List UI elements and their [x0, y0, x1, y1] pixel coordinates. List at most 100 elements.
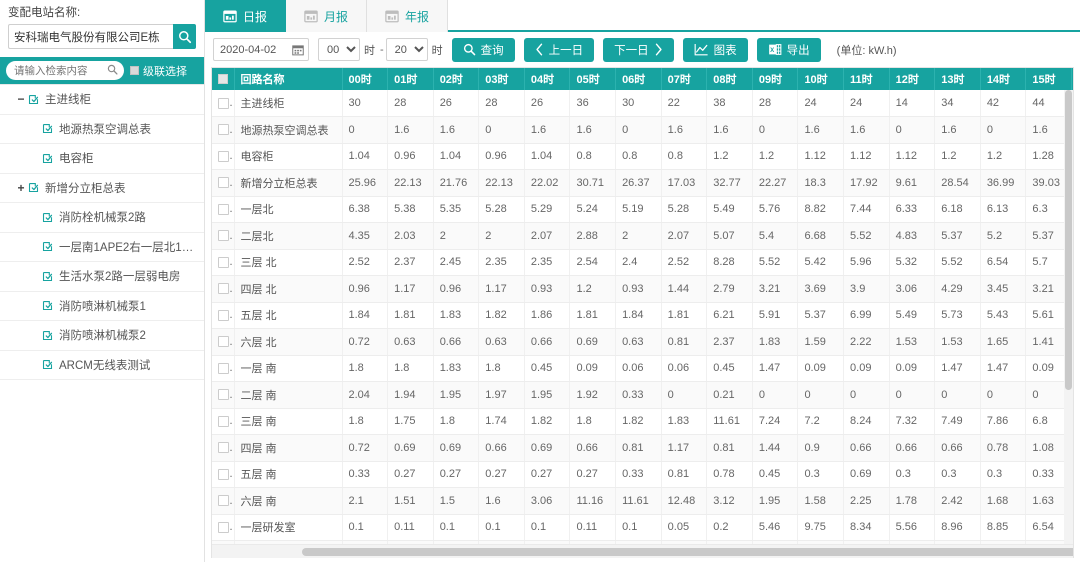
- tab-daily[interactable]: 日报: [205, 0, 286, 32]
- tree-node[interactable]: 消防栓机械泵2路: [0, 203, 204, 233]
- horizontal-scrollbar[interactable]: [212, 544, 1073, 558]
- vertical-scrollbar-thumb[interactable]: [1065, 90, 1072, 390]
- device-tree[interactable]: −主进线柜地源热泵空调总表电容柜+新增分立柜总表消防栓机械泵2路一层南1APE2…: [0, 84, 204, 562]
- row-checkbox[interactable]: [218, 336, 229, 347]
- table-row[interactable]: 二层 南2.041.941.951.971.951.920.3300.21000…: [212, 382, 1073, 409]
- column-header-hour[interactable]: 07时: [661, 68, 707, 90]
- row-checkbox[interactable]: [218, 389, 229, 400]
- column-header-hour[interactable]: 01时: [388, 68, 434, 90]
- select-all-header[interactable]: [212, 68, 234, 90]
- column-header-hour[interactable]: 02时: [433, 68, 479, 90]
- tree-node[interactable]: 地源热泵空调总表: [0, 115, 204, 145]
- table-row[interactable]: 三层 南1.81.751.81.741.821.81.821.8311.617.…: [212, 408, 1073, 435]
- expand-icon[interactable]: +: [14, 182, 28, 194]
- chart-button[interactable]: 图表: [683, 38, 748, 62]
- column-header-hour[interactable]: 09时: [752, 68, 798, 90]
- row-checkbox[interactable]: [218, 310, 229, 321]
- table-row[interactable]: 一层北6.385.385.355.285.295.245.195.285.495…: [212, 196, 1073, 223]
- column-header-hour[interactable]: 10时: [798, 68, 844, 90]
- column-header-hour[interactable]: 05时: [570, 68, 616, 90]
- row-select-cell[interactable]: [212, 408, 234, 435]
- row-select-cell[interactable]: [212, 196, 234, 223]
- table-row[interactable]: 六层 南2.11.511.51.63.0611.1611.6112.483.12…: [212, 488, 1073, 515]
- column-header-hour[interactable]: 03时: [479, 68, 525, 90]
- tree-node[interactable]: 消防喷淋机械泵2: [0, 321, 204, 351]
- tree-node[interactable]: 生活水泵2路一层弱电房: [0, 262, 204, 292]
- row-select-cell[interactable]: [212, 382, 234, 409]
- row-select-cell[interactable]: [212, 302, 234, 329]
- row-select-cell[interactable]: [212, 249, 234, 276]
- column-header-hour[interactable]: 12时: [889, 68, 935, 90]
- row-checkbox[interactable]: [218, 98, 229, 109]
- table-row[interactable]: 五层 南0.330.270.270.270.270.270.330.810.78…: [212, 461, 1073, 488]
- row-checkbox[interactable]: [218, 177, 229, 188]
- cascade-checkbox[interactable]: [130, 66, 139, 75]
- row-select-cell[interactable]: [212, 276, 234, 303]
- tree-node[interactable]: −主进线柜: [0, 85, 204, 115]
- row-select-cell[interactable]: [212, 461, 234, 488]
- table-row[interactable]: 四层 北0.961.170.961.170.931.20.931.442.793…: [212, 276, 1073, 303]
- column-header-hour[interactable]: 13时: [935, 68, 981, 90]
- column-header-hour[interactable]: 08时: [707, 68, 753, 90]
- column-header-hour[interactable]: 16时: [1072, 68, 1074, 90]
- date-picker[interactable]: 2020-04-02: [213, 38, 309, 61]
- row-checkbox[interactable]: [218, 124, 229, 135]
- table-row[interactable]: 五层 北1.841.811.831.821.861.811.841.816.21…: [212, 302, 1073, 329]
- cascade-select-toggle[interactable]: 级联选择: [130, 63, 187, 79]
- row-checkbox[interactable]: [218, 204, 229, 215]
- row-select-cell[interactable]: [212, 143, 234, 170]
- table-row[interactable]: 六层 北0.720.630.660.630.660.690.630.812.37…: [212, 329, 1073, 356]
- table-row[interactable]: 二层北4.352.03222.072.8822.075.075.46.685.5…: [212, 223, 1073, 250]
- calendar-icon[interactable]: [288, 44, 308, 56]
- row-select-cell[interactable]: [212, 90, 234, 117]
- prev-day-button[interactable]: 上一日: [524, 38, 595, 62]
- table-row[interactable]: 一层研发室0.10.110.10.10.10.110.10.050.25.469…: [212, 514, 1073, 541]
- row-checkbox[interactable]: [218, 469, 229, 480]
- row-checkbox[interactable]: [218, 442, 229, 453]
- query-button[interactable]: 查询: [452, 38, 515, 62]
- horizontal-scrollbar-thumb[interactable]: [302, 548, 1073, 556]
- column-header-hour[interactable]: 00时: [342, 68, 388, 90]
- tree-search-box[interactable]: [6, 61, 124, 80]
- row-checkbox[interactable]: [218, 363, 229, 374]
- row-checkbox[interactable]: [218, 495, 229, 506]
- tree-node[interactable]: 消防喷淋机械泵1: [0, 292, 204, 322]
- tab-yearly[interactable]: 年报: [367, 0, 448, 32]
- tree-node[interactable]: +新增分立柜总表: [0, 174, 204, 204]
- column-header-hour[interactable]: 04时: [524, 68, 570, 90]
- collapse-icon[interactable]: −: [14, 93, 28, 105]
- row-select-cell[interactable]: [212, 514, 234, 541]
- next-day-button[interactable]: 下一日: [603, 38, 674, 62]
- row-checkbox[interactable]: [218, 283, 229, 294]
- table-row[interactable]: 电容柜1.040.961.040.961.040.80.80.81.21.21.…: [212, 143, 1073, 170]
- column-header-hour[interactable]: 14时: [980, 68, 1026, 90]
- column-header-hour[interactable]: 06时: [616, 68, 662, 90]
- row-checkbox[interactable]: [218, 151, 229, 162]
- tree-node[interactable]: 一层南1APE2右一层北1APE1左: [0, 233, 204, 263]
- table-scroll-area[interactable]: 回路名称00时01时02时03时04时05时06时07时08时09时10时11时…: [212, 68, 1073, 544]
- tree-search-input[interactable]: [12, 64, 104, 78]
- station-search-button[interactable]: [173, 24, 196, 49]
- row-checkbox[interactable]: [218, 257, 229, 268]
- table-row[interactable]: 主进线柜302826282636302238282424143442444844…: [212, 90, 1073, 117]
- table-row[interactable]: 三层 北2.522.372.452.352.352.542.42.528.285…: [212, 249, 1073, 276]
- station-input[interactable]: [8, 24, 173, 49]
- row-select-cell[interactable]: [212, 329, 234, 356]
- row-select-cell[interactable]: [212, 223, 234, 250]
- table-row[interactable]: 地源热泵空调总表01.61.601.61.601.61.601.61.601.6…: [212, 117, 1073, 144]
- tree-node[interactable]: ARCM无线表测试: [0, 351, 204, 381]
- hour-from-select[interactable]: 0001020304050607080910111213141516171819…: [318, 38, 360, 61]
- table-row[interactable]: 一层 南1.81.81.831.80.450.090.060.060.451.4…: [212, 355, 1073, 382]
- row-checkbox[interactable]: [218, 230, 229, 241]
- row-select-cell[interactable]: [212, 117, 234, 144]
- select-all-checkbox[interactable]: [218, 74, 228, 84]
- column-header-hour[interactable]: 11时: [844, 68, 890, 90]
- row-select-cell[interactable]: [212, 435, 234, 462]
- hour-to-select[interactable]: 0001020304050607080910111213141516171819…: [386, 38, 428, 61]
- tree-node[interactable]: 电容柜: [0, 144, 204, 174]
- column-header-hour[interactable]: 15时: [1026, 68, 1072, 90]
- tab-monthly[interactable]: 月报: [286, 0, 367, 32]
- row-select-cell[interactable]: [212, 355, 234, 382]
- vertical-scrollbar[interactable]: [1064, 90, 1073, 544]
- report-tabs[interactable]: 日报月报年报: [205, 0, 1080, 32]
